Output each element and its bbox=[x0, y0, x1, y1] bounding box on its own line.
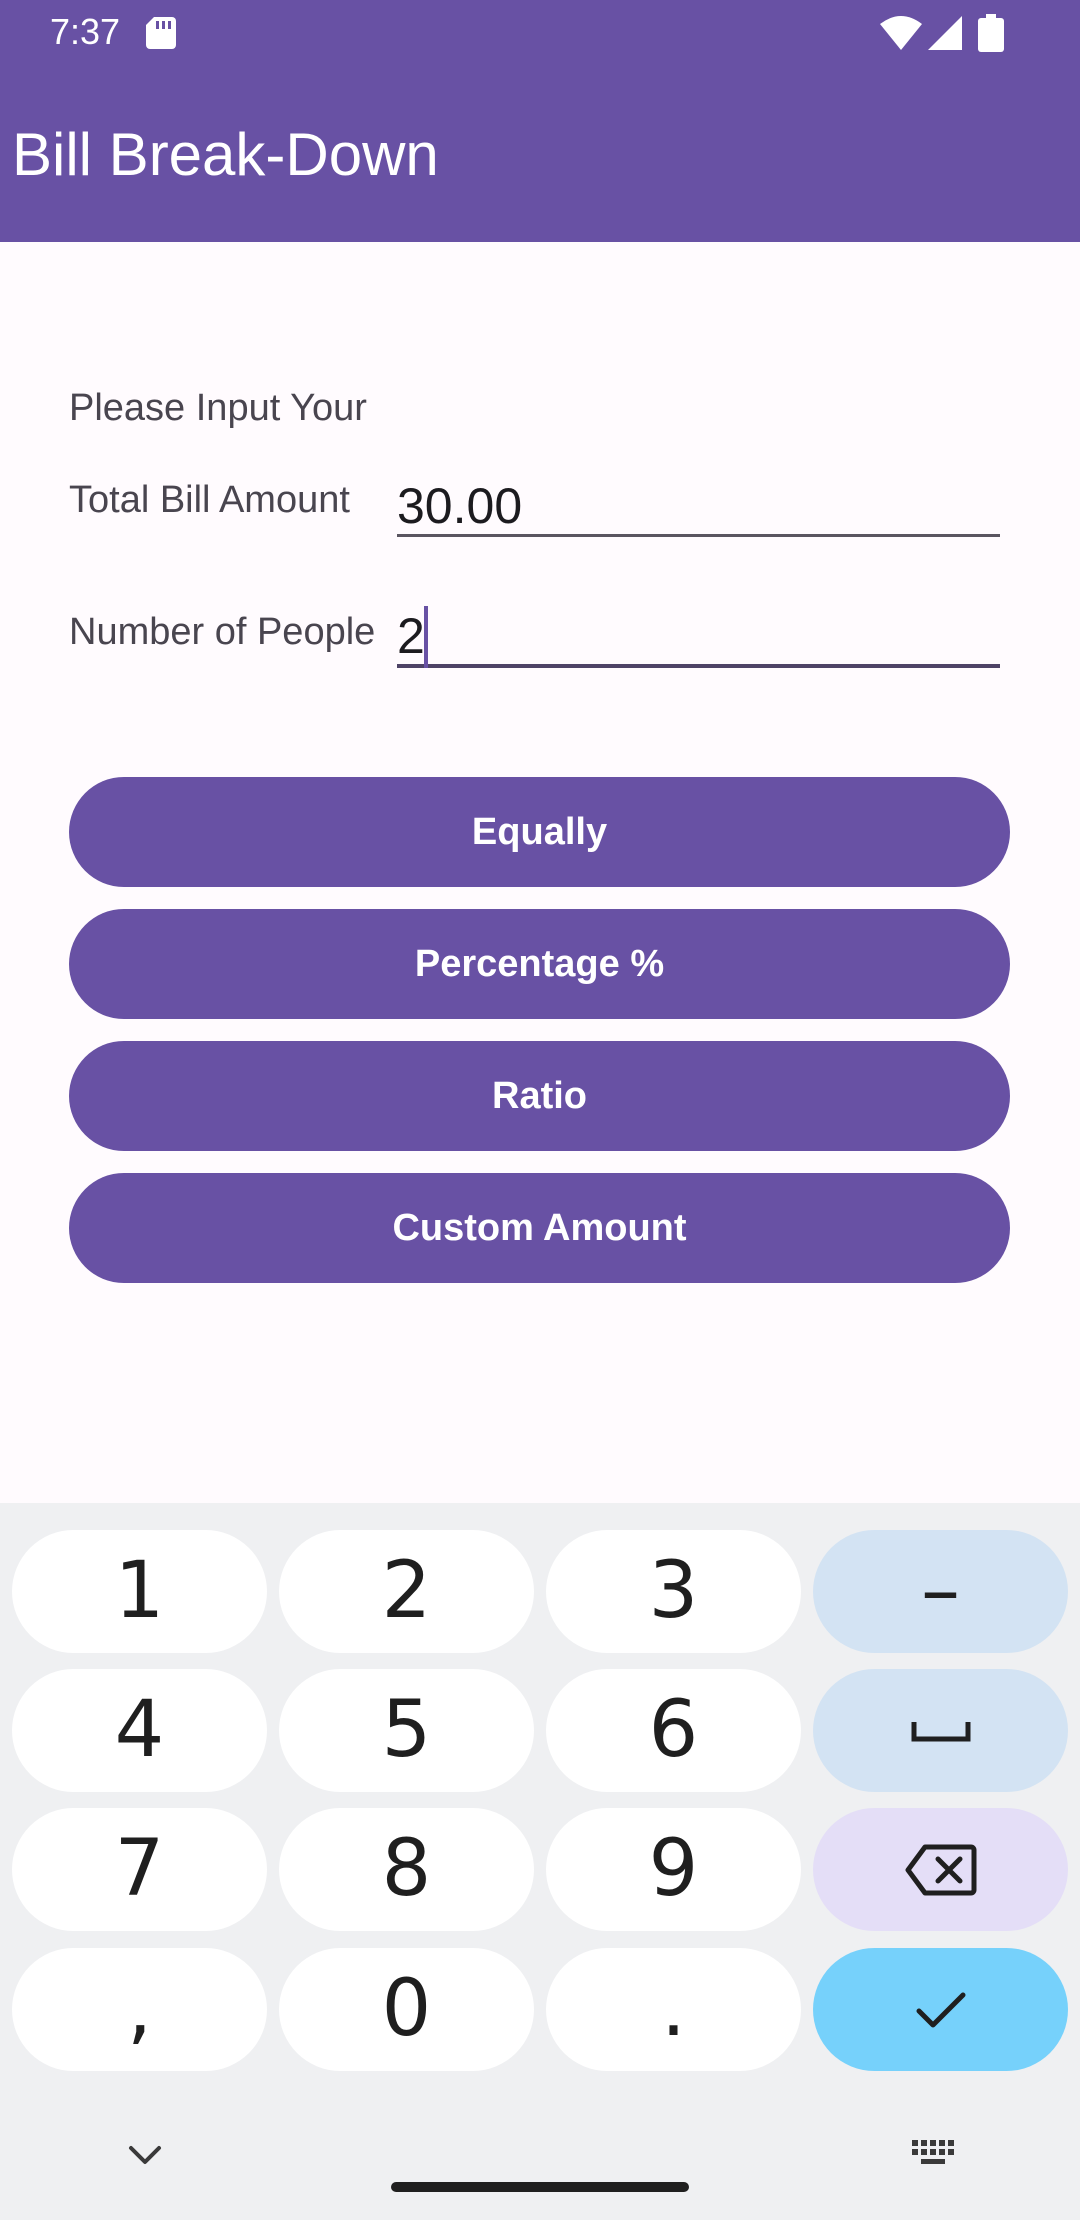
space-icon bbox=[911, 1721, 970, 1741]
total-bill-label: Total Bill Amount bbox=[69, 479, 350, 521]
key-3[interactable]: 3 bbox=[546, 1530, 801, 1653]
key-space[interactable] bbox=[813, 1669, 1068, 1792]
key-6[interactable]: 6 bbox=[546, 1669, 801, 1792]
key-9[interactable]: 9 bbox=[546, 1808, 801, 1931]
chevron-down-icon[interactable] bbox=[128, 2144, 162, 2166]
total-bill-value: 30.00 bbox=[397, 478, 523, 534]
status-time: 7:37 bbox=[50, 11, 121, 52]
people-count-input[interactable]: 2 bbox=[397, 600, 1000, 668]
backspace-icon bbox=[905, 1844, 976, 1895]
keyboard-icon[interactable] bbox=[912, 2140, 956, 2170]
key-minus[interactable]: – bbox=[813, 1530, 1068, 1653]
equally-button[interactable]: Equally bbox=[69, 777, 1010, 887]
total-bill-input[interactable]: 30.00 bbox=[397, 470, 1000, 537]
status-bar: 7:37 bbox=[0, 0, 1080, 66]
battery-icon bbox=[978, 14, 1004, 52]
ratio-button[interactable]: Ratio bbox=[69, 1041, 1010, 1151]
app-bar: Bill Break-Down bbox=[0, 66, 1080, 242]
key-5[interactable]: 5 bbox=[279, 1669, 534, 1792]
intro-label: Please Input Your bbox=[69, 387, 367, 429]
key-period[interactable]: . bbox=[546, 1948, 801, 2071]
key-1[interactable]: 1 bbox=[12, 1530, 267, 1653]
key-7[interactable]: 7 bbox=[12, 1808, 267, 1931]
numeric-keyboard: 1 2 3 – 4 5 6 7 8 9 , 0 . bbox=[0, 1503, 1080, 2220]
home-indicator[interactable] bbox=[391, 2182, 689, 2192]
sd-card-icon bbox=[146, 17, 176, 49]
key-enter[interactable] bbox=[813, 1948, 1068, 2071]
app-title: Bill Break-Down bbox=[12, 121, 439, 188]
people-count-label: Number of People bbox=[69, 611, 376, 653]
custom-amount-button[interactable]: Custom Amount bbox=[69, 1173, 1010, 1283]
percentage-button[interactable]: Percentage % bbox=[69, 909, 1010, 1019]
wifi-icon bbox=[880, 16, 922, 50]
text-cursor bbox=[424, 606, 428, 668]
key-backspace[interactable] bbox=[813, 1808, 1068, 1931]
checkmark-icon bbox=[916, 1992, 965, 2027]
signal-icon bbox=[928, 16, 962, 50]
people-count-value: 2 bbox=[397, 608, 425, 664]
key-0[interactable]: 0 bbox=[279, 1948, 534, 2071]
key-comma[interactable]: , bbox=[12, 1948, 267, 2071]
key-4[interactable]: 4 bbox=[12, 1669, 267, 1792]
key-8[interactable]: 8 bbox=[279, 1808, 534, 1931]
key-2[interactable]: 2 bbox=[279, 1530, 534, 1653]
